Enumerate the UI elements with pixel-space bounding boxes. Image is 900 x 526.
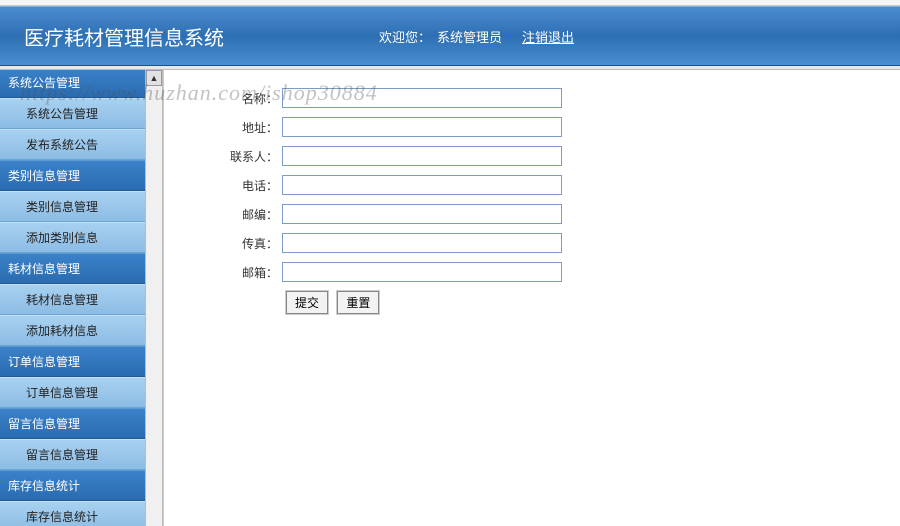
sidebar-group-material[interactable]: 耗材信息管理 bbox=[0, 253, 145, 284]
form-row-address: 地址： bbox=[174, 117, 890, 137]
form-row-contact: 联系人： bbox=[174, 146, 890, 166]
submit-button[interactable]: 提交 bbox=[286, 291, 328, 314]
main-content: 名称： 地址： 联系人： 电话： 邮编： 传真： bbox=[163, 70, 900, 526]
form-row-email: 邮箱： bbox=[174, 262, 890, 282]
label-address: 地址： bbox=[174, 119, 282, 136]
sidebar-item-notice-publish[interactable]: 发布系统公告 bbox=[0, 129, 145, 160]
label-zip: 邮编： bbox=[174, 206, 282, 223]
sidebar-item-category-add[interactable]: 添加类别信息 bbox=[0, 222, 145, 253]
body-area: 系统公告管理 系统公告管理 发布系统公告 类别信息管理 类别信息管理 添加类别信… bbox=[0, 70, 900, 526]
label-phone: 电话： bbox=[174, 177, 282, 194]
form-row-phone: 电话： bbox=[174, 175, 890, 195]
label-contact: 联系人： bbox=[174, 148, 282, 165]
app-title: 医疗耗材管理信息系统 bbox=[24, 22, 224, 51]
sidebar-group-message[interactable]: 留言信息管理 bbox=[0, 408, 145, 439]
current-username: 系统管理员 bbox=[437, 27, 502, 46]
input-address[interactable] bbox=[282, 117, 562, 137]
reset-button[interactable]: 重置 bbox=[337, 291, 379, 314]
sidebar-item-notice-manage[interactable]: 系统公告管理 bbox=[0, 98, 145, 129]
header-user-area: 欢迎您： 系统管理员 注销退出 bbox=[379, 27, 574, 46]
sidebar-group-order[interactable]: 订单信息管理 bbox=[0, 346, 145, 377]
form-row-fax: 传真： bbox=[174, 233, 890, 253]
sidebar-item-order-manage[interactable]: 订单信息管理 bbox=[0, 377, 145, 408]
app-header: 医疗耗材管理信息系统 欢迎您： 系统管理员 注销退出 bbox=[0, 6, 900, 66]
input-phone[interactable] bbox=[282, 175, 562, 195]
input-fax[interactable] bbox=[282, 233, 562, 253]
sidebar-group-category[interactable]: 类别信息管理 bbox=[0, 160, 145, 191]
welcome-prefix: 欢迎您： bbox=[379, 27, 431, 46]
sidebar-item-stock-stats[interactable]: 库存信息统计 bbox=[0, 501, 145, 526]
form-row-zip: 邮编： bbox=[174, 204, 890, 224]
sidebar-group-notice[interactable]: 系统公告管理 bbox=[0, 70, 145, 98]
sidebar-item-material-add[interactable]: 添加耗材信息 bbox=[0, 315, 145, 346]
form-row-name: 名称： bbox=[174, 88, 890, 108]
input-name[interactable] bbox=[282, 88, 562, 108]
input-zip[interactable] bbox=[282, 204, 562, 224]
input-email[interactable] bbox=[282, 262, 562, 282]
label-email: 邮箱： bbox=[174, 264, 282, 281]
logout-link[interactable]: 注销退出 bbox=[522, 27, 574, 46]
sidebar-item-message-manage[interactable]: 留言信息管理 bbox=[0, 439, 145, 470]
form-button-row: 提交 重置 bbox=[286, 291, 890, 314]
label-fax: 传真： bbox=[174, 235, 282, 252]
sidebar-group-stock[interactable]: 库存信息统计 bbox=[0, 470, 145, 501]
sidebar-scrollbar[interactable]: ▲ bbox=[145, 70, 163, 526]
label-name: 名称： bbox=[174, 90, 282, 107]
sidebar-item-material-manage[interactable]: 耗材信息管理 bbox=[0, 284, 145, 315]
sidebar-nav: 系统公告管理 系统公告管理 发布系统公告 类别信息管理 类别信息管理 添加类别信… bbox=[0, 70, 145, 526]
scroll-up-icon[interactable]: ▲ bbox=[146, 70, 162, 86]
input-contact[interactable] bbox=[282, 146, 562, 166]
supplier-form: 名称： 地址： 联系人： 电话： 邮编： 传真： bbox=[164, 70, 900, 324]
sidebar-item-category-manage[interactable]: 类别信息管理 bbox=[0, 191, 145, 222]
